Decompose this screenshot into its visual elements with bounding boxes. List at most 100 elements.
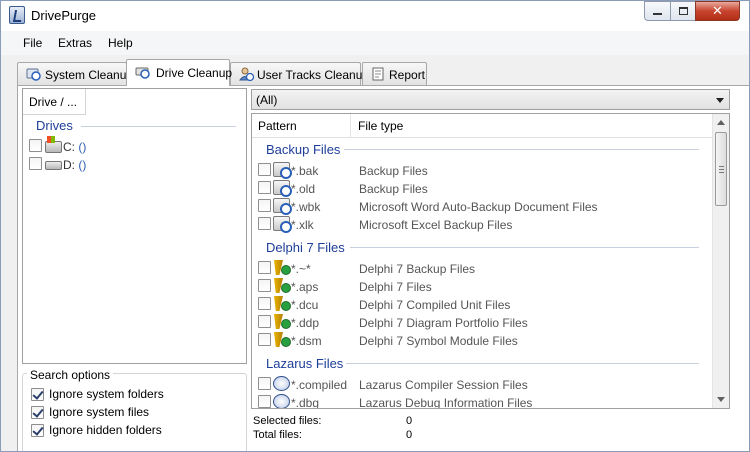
chevron-down-icon: [716, 98, 724, 103]
window-title: DrivePurge: [31, 8, 97, 23]
file-type-cell: Microsoft Word Auto-Backup Document File…: [359, 200, 598, 214]
tab-user-tracks-cleanup[interactable]: User Tracks Cleanup: [230, 62, 369, 85]
group-lazarus-files: Lazarus Files: [266, 356, 344, 371]
menu-help[interactable]: Help: [108, 36, 133, 50]
tab-report[interactable]: Report: [362, 62, 427, 85]
file-type-cell: Delphi 7 Backup Files: [359, 262, 476, 276]
pattern-column-header[interactable]: Pattern: [258, 119, 297, 133]
drives-group-title: Drives: [36, 118, 73, 133]
drive-letter: C:: [63, 140, 75, 154]
ignore-system-folders-label[interactable]: Ignore system folders: [49, 387, 164, 401]
delphi-file-icon: [273, 260, 291, 275]
menu-file[interactable]: File: [23, 36, 42, 50]
drive-d-checkbox[interactable]: [29, 157, 42, 170]
drive-c-checkbox[interactable]: [29, 139, 42, 152]
row-checkbox[interactable]: [258, 217, 271, 230]
grip-icon: [719, 172, 724, 173]
ignore-system-folders-checkbox[interactable]: [31, 388, 44, 401]
scroll-up-icon[interactable]: [717, 120, 725, 125]
drive-c-label[interactable]: C: (): [63, 140, 86, 154]
hard-drive-icon: [45, 161, 62, 170]
total-files-value: 0: [406, 429, 413, 441]
row-checkbox[interactable]: [258, 261, 271, 274]
pattern-cell: *.ddp: [291, 316, 320, 330]
ignore-system-files-label[interactable]: Ignore system files: [49, 405, 149, 419]
drive-cleanup-icon: [135, 67, 150, 79]
row-checkbox[interactable]: [258, 181, 271, 194]
delphi-file-icon: [273, 278, 291, 293]
pattern-cell: *.dcu: [291, 298, 319, 312]
group-backup-files: Backup Files: [266, 142, 341, 157]
drivepurge-app-icon: [9, 6, 25, 24]
pattern-cell: *.dsm: [291, 334, 322, 348]
drive-column-header-label: Drive / ...: [29, 95, 78, 109]
row-checkbox[interactable]: [258, 377, 271, 390]
backup-file-icon: [273, 198, 292, 215]
pattern-cell: *.dbg: [291, 396, 320, 409]
row-checkbox[interactable]: [258, 395, 271, 408]
tab-system-cleanup[interactable]: System Cleanup: [17, 62, 133, 85]
file-type-cell: Lazarus Debug Information Files: [359, 396, 533, 409]
filter-selected-value: (All): [256, 93, 278, 107]
scroll-down-icon[interactable]: [717, 397, 725, 402]
ignore-hidden-folders-label[interactable]: Ignore hidden folders: [49, 423, 162, 437]
group-divider: [346, 363, 699, 364]
file-type-cell: Delphi 7 Files: [359, 280, 432, 294]
tab-label: System Cleanup: [45, 68, 134, 82]
ignore-hidden-folders-checkbox[interactable]: [31, 424, 44, 437]
maximize-button[interactable]: [670, 1, 696, 21]
file-type-cell: Delphi 7 Compiled Unit Files: [359, 298, 511, 312]
drive-d-label[interactable]: D: (): [63, 158, 86, 172]
tab-label: Report: [389, 68, 426, 82]
grip-icon: [719, 169, 724, 170]
close-icon: ✕: [712, 3, 723, 18]
row-checkbox[interactable]: [258, 333, 271, 346]
pattern-cell: *.xlk: [291, 218, 314, 232]
row-checkbox[interactable]: [258, 297, 271, 310]
group-divider: [350, 247, 699, 248]
tab-drive-cleanup[interactable]: Drive Cleanup: [126, 59, 232, 86]
file-type-cell: Backup Files: [359, 164, 428, 178]
row-checkbox[interactable]: [258, 163, 271, 176]
title-bar[interactable]: DrivePurge ✕: [1, 1, 749, 31]
file-type-cell: Lazarus Compiler Session Files: [359, 378, 528, 392]
lazarus-file-icon: [273, 394, 290, 408]
pattern-cell: *.compiled: [291, 378, 348, 392]
menu-bar: File Extras Help: [1, 31, 749, 55]
file-pattern-list[interactable]: Pattern File type Backup Files *.bak Bac…: [251, 113, 730, 409]
ignore-system-files-checkbox[interactable]: [31, 406, 44, 419]
list-scrollbar[interactable]: [712, 114, 729, 408]
pattern-cell: *.old: [291, 182, 316, 196]
menu-extras[interactable]: Extras: [58, 36, 92, 50]
scrollbar-thumb[interactable]: [715, 132, 727, 206]
tab-label: User Tracks Cleanup: [257, 68, 370, 82]
drives-tree[interactable]: Drive / ... Drives C: () D: (): [22, 88, 247, 364]
search-options-legend: Search options: [27, 368, 114, 382]
group-divider: [81, 126, 236, 127]
drive-column-header[interactable]: Drive / ...: [23, 89, 86, 115]
pattern-cell: *.bak: [291, 164, 319, 178]
selected-files-label: Selected files:: [253, 415, 322, 427]
row-checkbox[interactable]: [258, 199, 271, 212]
app-window: DrivePurge ✕ File Extras Help System Cle…: [0, 0, 750, 452]
backup-file-icon: [273, 162, 292, 179]
close-button[interactable]: ✕: [695, 1, 740, 21]
pattern-cell: *.wbk: [291, 200, 321, 214]
file-type-cell: Delphi 7 Diagram Portfolio Files: [359, 316, 528, 330]
drive-details: (): [78, 158, 87, 172]
list-header: Pattern File type: [252, 114, 712, 138]
lazarus-file-icon: [273, 376, 290, 391]
file-type-column-header[interactable]: File type: [358, 119, 403, 133]
pattern-cell: *.aps: [291, 280, 319, 294]
file-type-cell: Microsoft Excel Backup Files: [359, 218, 513, 232]
grip-icon: [719, 166, 724, 167]
drive-details: (): [78, 140, 87, 154]
group-divider: [344, 149, 699, 150]
minimize-button[interactable]: [644, 1, 671, 21]
system-cleanup-icon: [26, 68, 41, 81]
minimize-icon: [653, 13, 662, 15]
file-type-filter-select[interactable]: (All): [251, 89, 730, 110]
row-checkbox[interactable]: [258, 315, 271, 328]
row-checkbox[interactable]: [258, 279, 271, 292]
total-files-label: Total files:: [253, 429, 302, 441]
